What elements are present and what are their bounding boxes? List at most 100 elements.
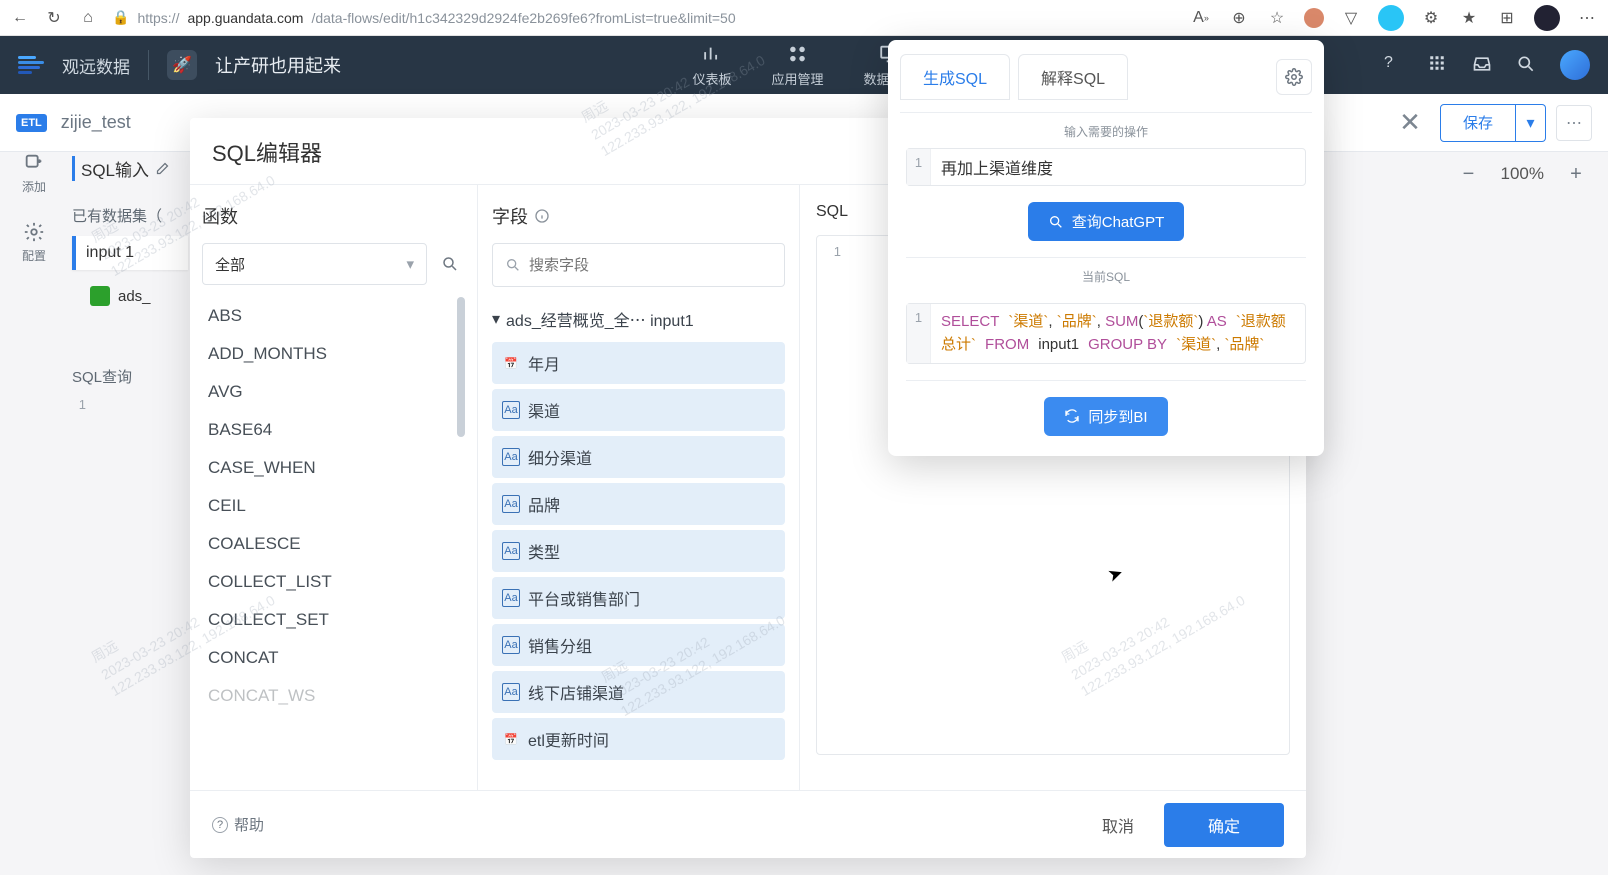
chatgpt-popover: 生成SQL 解释SQL 输入需要的操作 1 再加上渠道维度 查询ChatGPT …: [888, 40, 1324, 456]
field-item[interactable]: 📅etl更新时间: [492, 718, 785, 760]
ads-label: ads_: [118, 288, 151, 305]
popover-settings[interactable]: [1276, 59, 1312, 95]
address-bar[interactable]: 🔒 https:// app.guandata.com/data-flows/ed…: [112, 9, 1176, 26]
function-item[interactable]: COLLECT_LIST: [202, 563, 465, 601]
help-icon[interactable]: ?: [1384, 54, 1406, 76]
browser-back[interactable]: ←: [10, 8, 30, 28]
text-icon: Aa: [502, 401, 520, 419]
sql-input-header: SQL输入: [72, 146, 188, 191]
field-item[interactable]: Aa线下店铺渠道: [492, 671, 785, 713]
etl-badge: ETL: [16, 114, 47, 132]
user-avatar[interactable]: [1560, 50, 1590, 80]
rail-config[interactable]: 配置: [22, 221, 46, 264]
functions-label: 函数: [202, 203, 465, 229]
functions-filter-select[interactable]: 全部 ▾: [202, 243, 427, 285]
node-ads[interactable]: ads_: [72, 278, 188, 306]
function-item[interactable]: AVG: [202, 373, 465, 411]
excel-icon: [90, 286, 110, 306]
info-icon[interactable]: [534, 208, 550, 224]
functions-search[interactable]: [435, 243, 465, 285]
apps-grid-icon[interactable]: [1428, 54, 1450, 76]
function-item[interactable]: BASE64: [202, 411, 465, 449]
extension-1-icon[interactable]: [1304, 8, 1324, 28]
function-item[interactable]: ADD_MONTHS: [202, 335, 465, 373]
zoom-icon[interactable]: ⊕: [1228, 7, 1250, 29]
save-button[interactable]: 保存: [1440, 104, 1516, 142]
field-item[interactable]: Aa品牌: [492, 483, 785, 525]
operation-input[interactable]: 1 再加上渠道维度: [906, 148, 1306, 186]
rail-config-label: 配置: [22, 247, 46, 264]
field-item[interactable]: 📅年月: [492, 342, 785, 384]
url-prefix: https://: [137, 10, 179, 26]
query-chatgpt-button[interactable]: 查询ChatGPT: [1028, 202, 1185, 241]
field-search-input[interactable]: [529, 257, 772, 274]
zoom-out[interactable]: −: [1453, 158, 1485, 190]
tab-dashboard-label: 仪表板: [692, 69, 731, 88]
browser-home[interactable]: ⌂: [78, 8, 98, 28]
inbox-icon[interactable]: [1472, 54, 1494, 76]
search-icon[interactable]: [1516, 54, 1538, 76]
line-number: 1: [907, 149, 931, 185]
edit-icon[interactable]: [155, 161, 170, 176]
confirm-button[interactable]: 确定: [1164, 803, 1284, 847]
field-item[interactable]: Aa类型: [492, 530, 785, 572]
app-logo: [18, 56, 44, 74]
tab-generate-sql[interactable]: 生成SQL: [900, 54, 1010, 100]
function-item[interactable]: CASE_WHEN: [202, 449, 465, 487]
text-icon: Aa: [502, 542, 520, 560]
more-icon[interactable]: ⋯: [1576, 7, 1598, 29]
flow-name: zijie_test: [61, 112, 131, 133]
cancel-button[interactable]: 取消: [1092, 805, 1144, 845]
caret-down-icon: ▾: [492, 309, 500, 329]
operation-text[interactable]: 再加上渠道维度: [931, 149, 1305, 185]
collections-icon[interactable]: ⊞: [1496, 7, 1518, 29]
text-size-icon[interactable]: A»: [1190, 7, 1212, 29]
function-item[interactable]: CEIL: [202, 487, 465, 525]
favorites-bar-icon[interactable]: ★: [1458, 7, 1480, 29]
tab-app-manage[interactable]: 应用管理: [771, 43, 823, 88]
function-item[interactable]: COLLECT_SET: [202, 601, 465, 639]
field-group-label: ads_经营概览_全⋯ input1: [506, 307, 694, 331]
function-list: ABS ADD_MONTHS AVG BASE64 CASE_WHEN CEIL…: [202, 297, 465, 727]
tab-dashboard[interactable]: 仪表板: [692, 43, 731, 88]
rail-add[interactable]: 添加: [22, 152, 46, 195]
function-item[interactable]: ABS: [202, 297, 465, 335]
chevron-down-icon: ▾: [406, 255, 414, 273]
extensions-icon[interactable]: ⚙: [1420, 7, 1442, 29]
url-host: app.guandata.com: [187, 10, 303, 26]
field-item[interactable]: Aa细分渠道: [492, 436, 785, 478]
text-icon: Aa: [502, 589, 520, 607]
calendar-icon: 📅: [502, 354, 520, 372]
url-path: /data-flows/edit/h1c342329d2924fe2b269fe…: [311, 10, 735, 26]
favorite-icon[interactable]: ☆: [1266, 7, 1288, 29]
slogan: 让产研也用起来: [215, 52, 341, 78]
divider: [148, 50, 149, 80]
help-link[interactable]: ? 帮助: [212, 814, 264, 835]
extension-2-icon[interactable]: [1378, 5, 1404, 31]
tab-explain-sql[interactable]: 解释SQL: [1018, 54, 1128, 100]
function-item[interactable]: CONCAT_WS: [202, 677, 465, 715]
profile-avatar[interactable]: [1534, 5, 1560, 31]
field-item[interactable]: Aa销售分组: [492, 624, 785, 666]
text-icon: Aa: [502, 683, 520, 701]
sync-to-bi-button[interactable]: 同步到BI: [1044, 397, 1167, 436]
save-button-group: 保存 ▾: [1440, 104, 1546, 142]
close-button[interactable]: ✕: [1390, 103, 1430, 143]
field-item[interactable]: Aa渠道: [492, 389, 785, 431]
function-item[interactable]: COALESCE: [202, 525, 465, 563]
field-item[interactable]: Aa平台或销售部门: [492, 577, 785, 619]
more-button[interactable]: ⋯: [1556, 105, 1592, 141]
browser-refresh[interactable]: ↻: [44, 8, 64, 28]
text-icon: Aa: [502, 495, 520, 513]
sql-query-label: SQL查询: [72, 306, 188, 387]
field-group-toggle[interactable]: ▾ ads_经营概览_全⋯ input1: [492, 301, 785, 337]
zoom-in[interactable]: +: [1560, 158, 1592, 190]
node-input1[interactable]: input 1: [72, 236, 188, 270]
field-search[interactable]: [492, 243, 785, 287]
calendar-icon: 📅: [502, 730, 520, 748]
lock-icon: 🔒: [112, 9, 129, 26]
save-dropdown[interactable]: ▾: [1516, 104, 1546, 142]
function-item[interactable]: CONCAT: [202, 639, 465, 677]
pocket-icon[interactable]: ▽: [1340, 7, 1362, 29]
current-sql-box: 1 SELECT `渠道`, `品牌`, SUM(`退款额`) AS `退款额总…: [906, 303, 1306, 364]
